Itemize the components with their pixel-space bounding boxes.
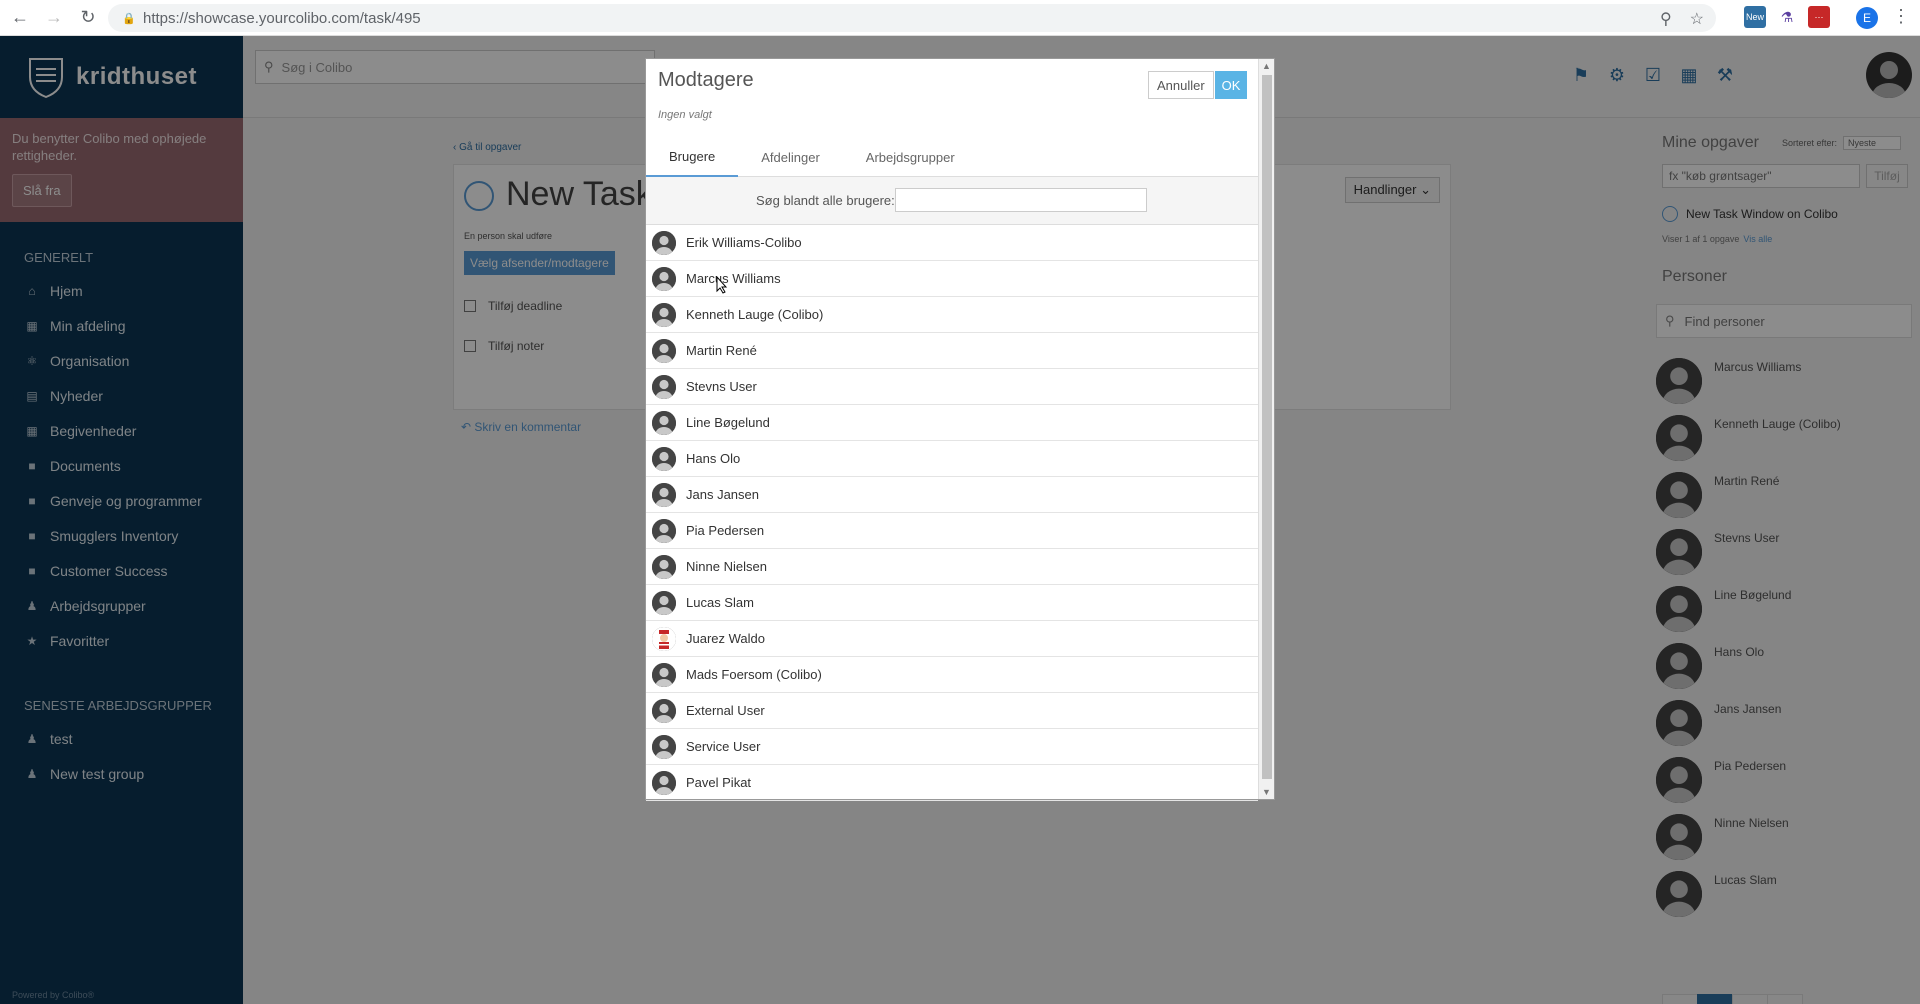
reload-icon[interactable]: ↻ xyxy=(74,4,102,32)
user-list-item[interactable]: External User xyxy=(646,693,1258,729)
user-avatar xyxy=(652,410,676,435)
user-name: Line Bøgelund xyxy=(686,415,770,430)
mouse-cursor-icon xyxy=(716,276,728,294)
user-list: Erik Williams-Colibo Marcus Williams Kenne… xyxy=(646,225,1258,801)
user-name: Mads Foersom (Colibo) xyxy=(686,667,822,682)
cancel-button[interactable]: Annuller xyxy=(1148,71,1214,99)
user-list-item[interactable]: Pia Pedersen xyxy=(646,513,1258,549)
back-icon[interactable]: ← xyxy=(6,4,34,32)
user-list-item[interactable]: Marcus Williams xyxy=(646,261,1258,297)
tab-brugere[interactable]: Brugere xyxy=(646,137,739,177)
user-list-item[interactable]: Erik Williams-Colibo xyxy=(646,225,1258,261)
user-search-label: Søg blandt alle brugere: xyxy=(756,193,895,208)
user-name: Ninne Nielsen xyxy=(686,559,767,574)
extension-flask-icon[interactable]: ⚗ xyxy=(1776,6,1798,28)
user-list-item[interactable]: Service User xyxy=(646,729,1258,765)
user-avatar xyxy=(652,734,676,759)
user-list-item[interactable]: Ninne Nielsen xyxy=(646,549,1258,585)
user-name: Martin René xyxy=(686,343,757,358)
user-avatar xyxy=(652,518,676,543)
user-name: External User xyxy=(686,703,765,718)
user-name: Jans Jansen xyxy=(686,487,759,502)
user-name: Erik Williams-Colibo xyxy=(686,235,802,250)
modal-tabs: Brugere Afdelinger Arbejdsgrupper xyxy=(646,137,1258,177)
user-avatar xyxy=(652,626,676,651)
user-avatar xyxy=(652,266,676,291)
modal-selection-status: Ingen valgt xyxy=(658,109,712,121)
user-list-item[interactable]: Pavel Pikat xyxy=(646,765,1258,801)
profile-avatar[interactable]: E xyxy=(1856,7,1878,29)
recipients-modal: Modtagere Ingen valgt Annuller OK Bruger… xyxy=(645,58,1275,801)
user-list-item[interactable]: Lucas Slam xyxy=(646,585,1258,621)
user-avatar xyxy=(652,302,676,327)
url-text[interactable]: https://showcase.yourcolibo.com/task/495 xyxy=(143,10,421,27)
user-name: Kenneth Lauge (Colibo) xyxy=(686,307,824,322)
user-avatar xyxy=(652,446,676,471)
extension-new-icon[interactable]: New xyxy=(1744,6,1766,28)
tab-afdelinger[interactable]: Afdelinger xyxy=(738,137,843,177)
user-avatar xyxy=(652,374,676,399)
user-name: Juarez Waldo xyxy=(686,631,765,646)
browser-menu-icon[interactable]: ⋮ xyxy=(1892,6,1910,27)
browser-toolbar: ← → ↻ 🔒 https://showcase.yourcolibo.com/… xyxy=(0,0,1920,36)
user-name: Pia Pedersen xyxy=(686,523,765,538)
user-avatar xyxy=(652,698,676,723)
user-list-item[interactable]: Martin René xyxy=(646,333,1258,369)
modal-scrollbar[interactable]: ▲ ▼ xyxy=(1258,59,1274,799)
user-name: Lucas Slam xyxy=(686,595,754,610)
user-avatar xyxy=(652,482,676,507)
user-list-item[interactable]: Hans Olo xyxy=(646,441,1258,477)
forward-icon[interactable]: → xyxy=(40,4,68,32)
user-search-input[interactable] xyxy=(895,188,1147,212)
user-avatar xyxy=(652,770,676,795)
user-avatar xyxy=(652,338,676,363)
modal-title: Modtagere xyxy=(658,69,754,91)
user-name: Service User xyxy=(686,739,761,754)
ok-button[interactable]: OK xyxy=(1215,71,1247,99)
user-name: Hans Olo xyxy=(686,451,741,466)
user-list-item[interactable]: Juarez Waldo xyxy=(646,621,1258,657)
tab-arbejdsgrupper[interactable]: Arbejdsgrupper xyxy=(843,137,978,177)
user-avatar xyxy=(652,590,676,615)
user-name: Marcus Williams xyxy=(686,271,781,286)
user-name: Pavel Pikat xyxy=(686,775,752,790)
user-list-item[interactable]: Jans Jansen xyxy=(646,477,1258,513)
user-list-item[interactable]: Mads Foersom (Colibo) xyxy=(646,657,1258,693)
user-list-item[interactable]: Kenneth Lauge (Colibo) xyxy=(646,297,1258,333)
user-avatar xyxy=(652,230,676,255)
user-list-item[interactable]: Stevns User xyxy=(646,369,1258,405)
scroll-up-icon[interactable]: ▲ xyxy=(1262,61,1271,71)
user-name: Stevns User xyxy=(686,379,757,394)
bookmark-star-icon[interactable]: ☆ xyxy=(1690,9,1704,29)
address-bar[interactable]: 🔒 https://showcase.yourcolibo.com/task/4… xyxy=(108,4,1716,32)
user-search-row: Søg blandt alle brugere: xyxy=(646,177,1258,225)
zoom-icon[interactable]: ⚲ xyxy=(1660,9,1672,29)
extension-red-icon[interactable]: ⋯ xyxy=(1808,6,1830,28)
lock-icon: 🔒 xyxy=(122,13,136,25)
user-avatar xyxy=(652,662,676,687)
user-avatar xyxy=(652,554,676,579)
user-list-item[interactable]: Line Bøgelund xyxy=(646,405,1258,441)
scroll-down-icon[interactable]: ▼ xyxy=(1262,787,1271,797)
scrollbar-thumb[interactable] xyxy=(1262,75,1272,779)
